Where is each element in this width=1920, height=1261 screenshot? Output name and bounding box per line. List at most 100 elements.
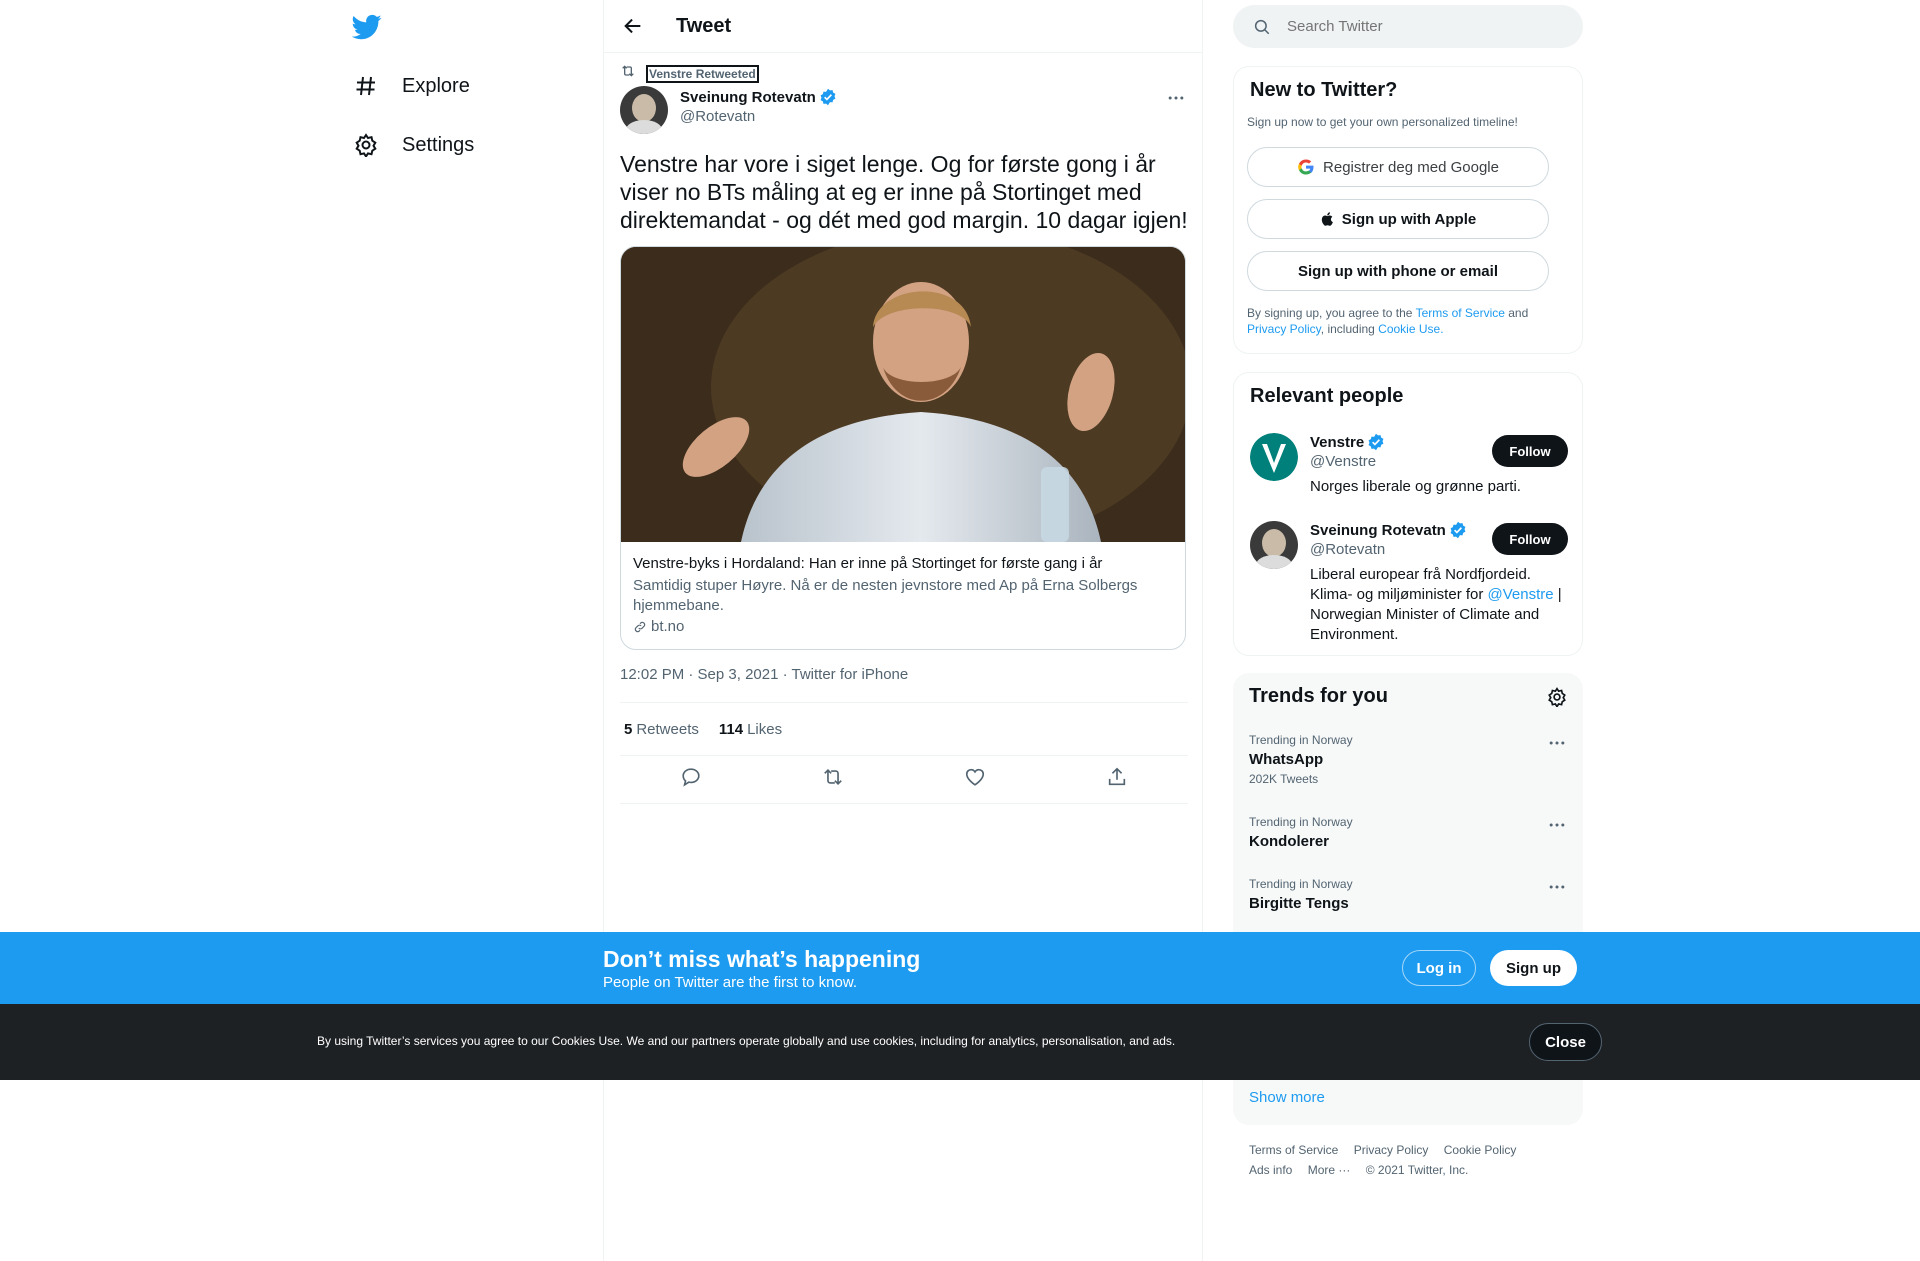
person-name-text: Sveinung Rotevatn [1310,521,1446,539]
follow-button[interactable]: Follow [1492,523,1568,555]
legal-and: and [1504,306,1529,320]
retweet-icon [620,63,636,84]
legal-text-1: By signing up, you agree to the [1247,306,1416,320]
tweet-actions [620,756,1188,804]
cookie-consent-bar: By using Twitter’s services you agree to… [0,1004,1920,1080]
signup-button[interactable]: Sign up [1490,950,1577,986]
person-bio: Liberal europear frå Nordfjordeid. Klima… [1310,565,1572,645]
reply-icon[interactable] [680,766,702,793]
trend-context: Trending in Norway [1249,815,1353,829]
tweet-meta[interactable]: 12:02 PM · Sep 3, 2021 · Twitter for iPh… [620,666,908,683]
banner-title: Don’t miss what’s happening [603,946,921,972]
gear-icon[interactable] [1547,687,1567,712]
google-signup-label: Registrer deg med Google [1323,158,1499,176]
nav-settings-label: Settings [402,133,475,156]
author-name[interactable]: Sveinung Rotevatn [680,88,837,106]
terms-link[interactable]: Terms of Service [1416,306,1505,320]
avatar[interactable] [1250,521,1298,569]
login-button[interactable]: Log in [1402,950,1476,986]
banner-subtitle: People on Twitter are the first to know. [603,974,858,991]
main-header: Tweet [604,0,1202,53]
more-options-icon[interactable] [1547,815,1567,835]
card-domain-text: bt.no [651,618,685,635]
search-input[interactable] [1287,18,1547,35]
close-cookie-button[interactable]: Close [1529,1023,1602,1061]
nav-explore-label: Explore [402,74,470,97]
relevant-people-title: Relevant people [1250,385,1404,407]
retweet-action-icon[interactable] [822,766,844,793]
apple-icon [1321,212,1333,226]
bio-mention-link[interactable]: @Venstre [1488,586,1554,603]
avatar[interactable] [1250,433,1298,481]
footer-more-link[interactable]: More ··· [1308,1163,1351,1177]
signup-legal: By signing up, you agree to the Terms of… [1247,305,1567,337]
apple-signup-label: Sign up with Apple [1341,210,1477,228]
follow-button[interactable]: Follow [1492,435,1568,467]
retweets-count[interactable]: 5 [624,721,632,738]
twitter-bird-icon[interactable] [351,12,382,42]
nav-explore[interactable]: Explore [352,66,470,106]
share-icon[interactable] [1106,766,1128,793]
like-heart-icon[interactable] [964,766,986,793]
legal-text-2: , including [1320,322,1379,336]
google-signup-button[interactable]: Registrer deg med Google [1247,147,1549,187]
link-icon [634,621,646,632]
verified-badge-icon [1449,521,1467,539]
trend-item[interactable]: Trending in Norway Birgitte Tengs [1249,877,1567,912]
cookie-use-link[interactable]: Cookie Use. [1378,322,1443,336]
apple-signup-button[interactable]: Sign up with Apple [1247,199,1549,239]
card-domain: bt.no [633,618,1173,635]
trend-name: Birgitte Tengs [1249,895,1349,912]
privacy-link[interactable]: Privacy Policy [1247,322,1321,336]
tweet-author[interactable]: Sveinung Rotevatn @Rotevatn [620,86,837,134]
footer-cookie-link[interactable]: Cookie Policy [1444,1143,1517,1157]
back-arrow-icon[interactable] [622,15,644,37]
footer-privacy-link[interactable]: Privacy Policy [1354,1143,1429,1157]
likes-count[interactable]: 114 [719,721,743,738]
footer-copyright: © 2021 Twitter, Inc. [1365,1163,1469,1177]
verified-badge-icon [819,88,837,106]
page: Explore Settings Tweet Venstre Retweeted [0,0,1920,1261]
trend-item[interactable]: Trending in Norway WhatsApp 202K Tweets [1249,733,1567,786]
page-title: Tweet [676,15,732,37]
search-icon [1254,19,1270,34]
footer-ads-info-link[interactable]: Ads info [1249,1163,1292,1177]
trend-item[interactable]: Trending in Norway Kondolerer [1249,815,1567,850]
person-name[interactable]: Sveinung Rotevatn [1310,521,1467,539]
relevant-people-panel: Relevant people Venstre @Venstre Norges … [1233,372,1583,656]
person-name[interactable]: Venstre [1310,433,1385,451]
hashtag-icon [352,72,380,100]
card-image [621,247,1185,542]
author-handle[interactable]: @Rotevatn [680,108,837,125]
more-options-icon[interactable] [1547,877,1567,897]
person-rotevatn[interactable]: Sveinung Rotevatn @Rotevatn Liberal euro… [1250,521,1568,651]
nav-settings[interactable]: Settings [352,125,474,165]
person-name-text: Venstre [1310,433,1365,451]
search-box[interactable] [1233,5,1583,48]
signup-banner: Don’t miss what’s happening People on Tw… [0,932,1920,1004]
verified-badge-icon [1367,433,1385,451]
trend-context: Trending in Norway [1249,877,1353,891]
person-venstre[interactable]: Venstre @Venstre Norges liberale og grøn… [1250,433,1568,503]
link-card[interactable]: Venstre-byks i Hordaland: Han er inne på… [620,246,1186,650]
signup-panel: New to Twitter? Sign up now to get your … [1233,66,1583,354]
person-handle[interactable]: @Venstre [1310,453,1376,470]
phone-email-signup-button[interactable]: Sign up with phone or email [1247,251,1549,291]
avatar[interactable] [620,86,668,134]
card-title: Venstre-byks i Hordaland: Han er inne på… [633,555,1103,572]
likes-label[interactable]: Likes [747,721,782,738]
retweets-label[interactable]: Retweets [636,721,699,738]
more-options-icon[interactable] [1166,88,1186,108]
card-description: Samtidig stuper Høyre. Nå er de nesten j… [633,577,1138,614]
retweet-context: Venstre Retweeted [620,63,759,84]
trends-title: Trends for you [1249,685,1388,707]
person-bio: Norges liberale og grønne parti. [1310,478,1521,495]
more-options-icon[interactable] [1547,733,1567,753]
gear-icon [352,131,380,159]
retweeted-by-link[interactable]: Venstre Retweeted [646,64,759,83]
trend-name: WhatsApp [1249,751,1324,768]
person-handle[interactable]: @Rotevatn [1310,541,1385,558]
tweet-text: Venstre har vore i siget lenge. Og for f… [620,151,1188,233]
footer-terms-link[interactable]: Terms of Service [1249,1143,1338,1157]
show-more-link[interactable]: Show more [1249,1089,1325,1106]
